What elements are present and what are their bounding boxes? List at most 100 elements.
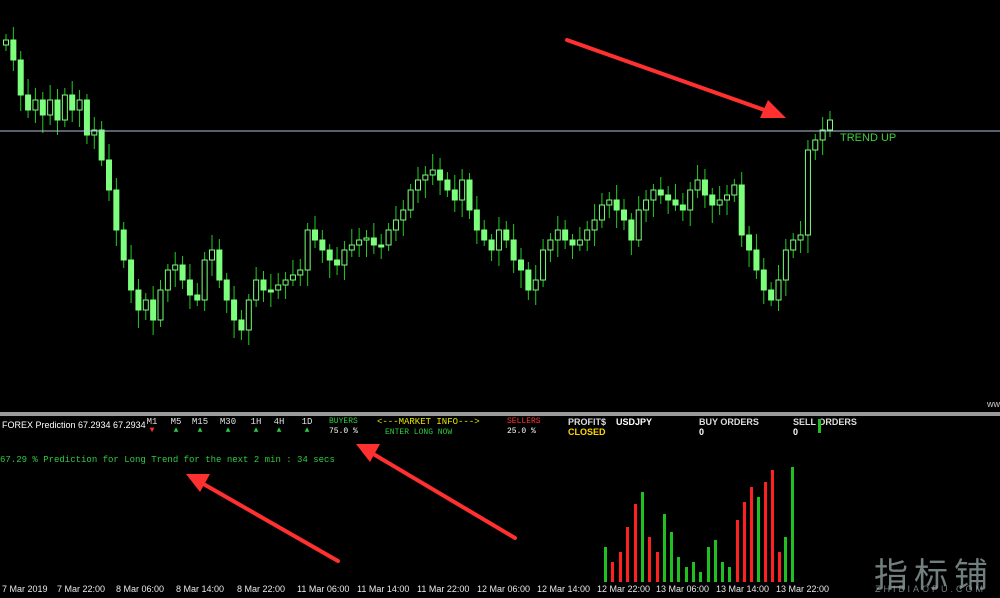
candle-body (797, 234, 804, 241)
candle-body (679, 204, 686, 211)
candle-body (606, 199, 613, 206)
candle-body (584, 229, 591, 241)
candle-body (569, 239, 576, 246)
histogram-bar (750, 487, 753, 582)
candle-body (635, 209, 642, 241)
candle-body (804, 149, 811, 236)
candle-body (289, 274, 296, 281)
candle-body (69, 94, 76, 111)
histogram-bar (743, 502, 746, 582)
candle-body (209, 249, 215, 261)
candle-body (407, 189, 414, 211)
candle-body (267, 289, 274, 293)
candle-body (716, 199, 723, 206)
right-edge-label: ww (987, 399, 1000, 409)
histogram-bar (692, 562, 695, 582)
candle-body (98, 129, 105, 161)
candle-body (790, 239, 797, 251)
candle-body (348, 244, 355, 251)
candle-body (83, 99, 90, 136)
candle-body (326, 249, 333, 261)
candle-body (76, 99, 83, 111)
candle-body (113, 189, 120, 231)
candle-body (106, 159, 112, 191)
histogram-bar (707, 547, 710, 582)
candle-body (150, 299, 157, 321)
signal-marker (818, 419, 821, 433)
histogram-bar (728, 567, 731, 582)
candle-body (312, 229, 318, 241)
histogram-bar (670, 532, 673, 582)
candle-body (253, 279, 260, 301)
candle-body (164, 269, 171, 291)
candle-body (694, 179, 701, 191)
candle-body (554, 229, 561, 241)
candle-body (473, 209, 480, 231)
candle-body (459, 179, 466, 201)
candle-body (194, 294, 201, 301)
candle-body (135, 289, 142, 311)
candle-body (304, 229, 311, 271)
candle-body (437, 169, 444, 181)
candle-body (672, 199, 679, 206)
candle-body (363, 237, 370, 241)
histogram-bar (685, 567, 688, 582)
candle-body (400, 209, 407, 221)
candle-body (120, 229, 127, 261)
candle-body (392, 219, 399, 231)
candle-body (186, 279, 193, 296)
histogram-bar (619, 552, 622, 582)
candle-body (540, 249, 547, 281)
candle-body (760, 269, 767, 291)
time-tick: 8 Mar 14:00 (176, 584, 225, 594)
candle-body (128, 259, 135, 291)
histogram-bar (736, 520, 739, 582)
arrow-head-icon (356, 444, 380, 462)
candle-body (334, 259, 341, 266)
time-tick: 11 Mar 14:00 (357, 584, 410, 594)
candle-body (157, 289, 164, 321)
candle-body (591, 219, 598, 231)
histogram-bar (626, 527, 629, 582)
histogram-bar (714, 540, 717, 582)
candle-body (17, 59, 24, 96)
time-tick: 7 Mar 2019 (2, 584, 48, 594)
histogram-bar (648, 537, 651, 582)
arrow-annotation-icon (198, 480, 340, 563)
time-tick: 12 Mar 06:00 (477, 584, 531, 594)
time-tick: 13 Mar 06:00 (656, 584, 710, 594)
candle-body (260, 279, 267, 291)
candle-body (628, 219, 635, 241)
candle-body (385, 229, 392, 246)
price-chart[interactable] (0, 0, 1000, 412)
histogram-bar (656, 552, 659, 582)
histogram-bar (757, 497, 760, 582)
histogram-bar (677, 557, 680, 582)
candle-body (768, 289, 775, 301)
candle-body (378, 244, 385, 248)
candle-body (613, 199, 620, 211)
time-tick: 12 Mar 22:00 (597, 584, 651, 594)
candle-body (547, 239, 554, 251)
candle-body (429, 169, 436, 176)
time-tick: 8 Mar 06:00 (116, 584, 165, 594)
candle-body (275, 284, 282, 291)
histogram-bar (641, 492, 644, 582)
candle-body (319, 239, 326, 251)
candle-body (422, 174, 429, 181)
histogram-bar (771, 470, 774, 582)
histogram-bar (791, 467, 794, 582)
candle-body (525, 269, 532, 291)
time-tick: 13 Mar 22:00 (776, 584, 830, 594)
arrow-annotation-icon (368, 450, 517, 540)
time-tick: 11 Mar 06:00 (297, 584, 350, 594)
candle-body (495, 229, 502, 251)
candle-body (54, 99, 61, 121)
candle-body (738, 184, 745, 236)
candle-body (231, 299, 238, 321)
candle-body (223, 279, 230, 301)
prediction-histogram[interactable] (0, 416, 1000, 582)
candle-body (724, 194, 730, 201)
candle-body (827, 119, 833, 131)
candle-body (39, 99, 46, 116)
